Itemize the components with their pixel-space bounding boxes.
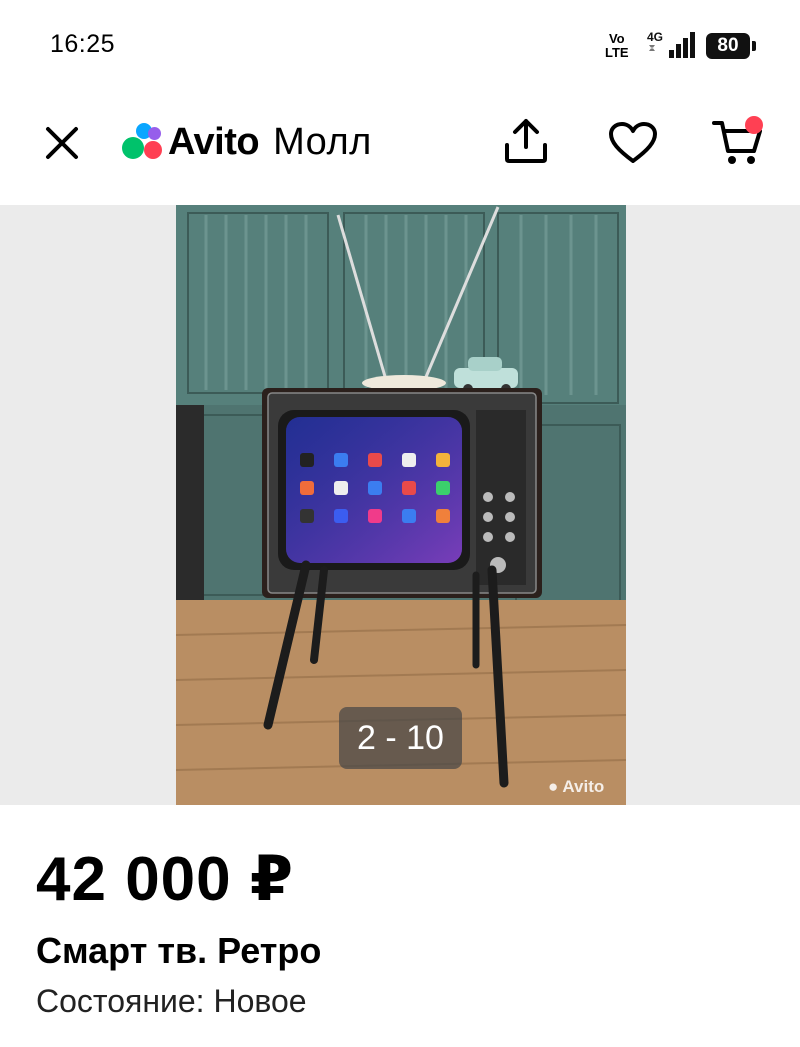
status-bar: 16:25 Vo LTE 4G 80 [0, 0, 800, 95]
top-bar: Avito Молл [0, 95, 800, 205]
volte-indicator: Vo LTE [605, 31, 629, 60]
photo-counter: 2 - 10 [339, 707, 462, 769]
status-time: 16:25 [50, 30, 116, 58]
share-icon [505, 119, 547, 163]
battery-icon: 80 [706, 33, 756, 59]
avito-logo-icon [122, 123, 164, 161]
listing-title: Смарт тв. Ретро [36, 930, 322, 971]
close-icon [46, 127, 78, 159]
photo-gallery[interactable]: 2 - 10 ● Avito [0, 205, 800, 805]
share-button[interactable] [503, 117, 549, 165]
cart-badge [745, 116, 763, 134]
avito-watermark: ● Avito [548, 777, 605, 796]
listing-condition: Состояние: Новое [36, 983, 307, 1020]
logo-subtitle: Молл [273, 120, 372, 163]
avito-watermark-icon: ● [548, 777, 559, 796]
svg-text:4G: 4G [647, 30, 663, 44]
close-button[interactable] [42, 123, 82, 163]
listing-price: 42 000 ₽ [36, 845, 294, 914]
favorite-button[interactable] [608, 121, 658, 165]
heart-icon [609, 122, 657, 163]
condition-label: Состояние: [36, 983, 205, 1019]
avito-mall-logo: Avito Молл [122, 119, 372, 165]
condition-value: Новое [213, 983, 307, 1019]
logo-text: Avito [168, 120, 260, 163]
signal-icon: 4G [647, 28, 699, 67]
